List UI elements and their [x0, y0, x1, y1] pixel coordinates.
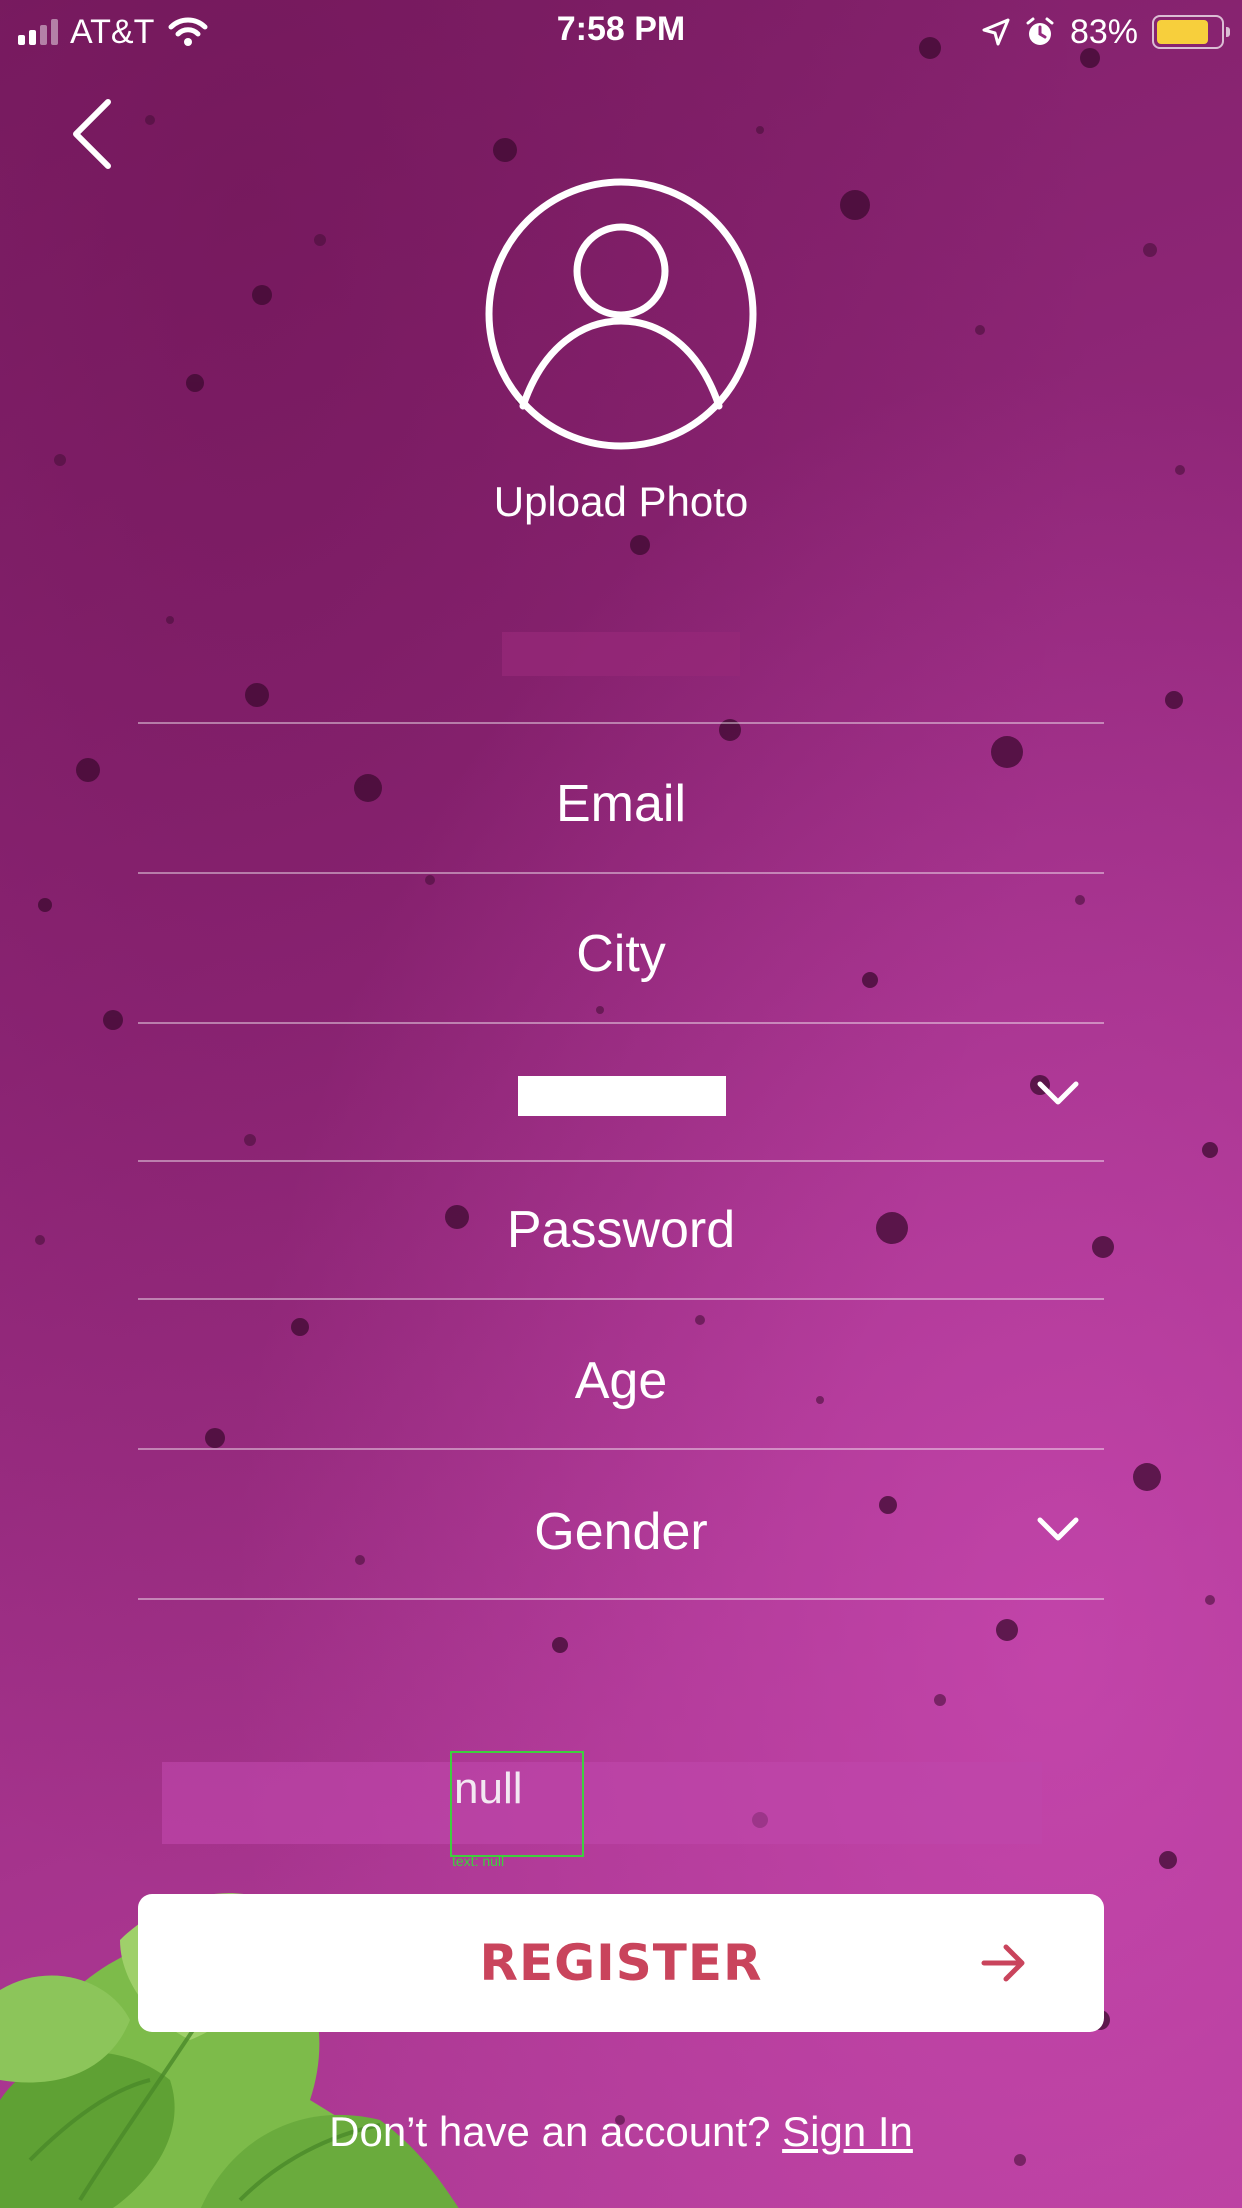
chevron-left-icon[interactable]: [62, 96, 122, 172]
null-text-bar: [162, 1762, 1042, 1844]
name-field-redacted[interactable]: [502, 632, 740, 676]
password-field[interactable]: Password: [138, 1198, 1104, 1262]
city-placeholder: City: [576, 925, 666, 983]
chevron-down-icon[interactable]: [1036, 1078, 1080, 1108]
password-placeholder: Password: [506, 1201, 736, 1259]
email-field[interactable]: Email: [138, 772, 1104, 836]
field-divider: [138, 722, 1104, 724]
chevron-down-icon[interactable]: [1036, 1514, 1080, 1544]
age-placeholder: Age: [574, 1352, 668, 1410]
field-divider: [138, 1598, 1104, 1600]
age-field[interactable]: Age: [138, 1349, 1104, 1413]
upload-photo-button[interactable]: Upload Photo: [471, 176, 771, 526]
battery-percent: 83%: [1069, 12, 1138, 51]
arrow-right-icon: [981, 1944, 1025, 1982]
signin-link[interactable]: Sign In: [782, 2108, 913, 2155]
email-placeholder: Email: [555, 775, 687, 833]
field-divider: [138, 1022, 1104, 1024]
state-dropdown[interactable]: [138, 1072, 1104, 1132]
user-circle-icon: [485, 178, 757, 450]
battery-level-fill: [1157, 20, 1209, 44]
location-icon: [982, 18, 1010, 46]
register-label: REGISTER: [479, 1934, 763, 1992]
signin-row: Don’t have an account? Sign In: [0, 2108, 1242, 2156]
debug-overlay-label: text: null: [452, 1853, 505, 1869]
upload-photo-label: Upload Photo: [493, 478, 749, 525]
alarm-icon: [1026, 17, 1054, 45]
field-divider: [138, 1298, 1104, 1300]
field-divider: [138, 1448, 1104, 1450]
signin-prompt: Don’t have an account?: [329, 2108, 771, 2155]
status-bar: AT&T 7:58 PM 83%: [0, 0, 1242, 62]
gender-placeholder: Gender: [534, 1503, 708, 1561]
field-divider: [138, 872, 1104, 874]
city-field[interactable]: City: [138, 922, 1104, 986]
gender-dropdown[interactable]: Gender: [138, 1500, 1104, 1564]
battery-icon: [1152, 15, 1230, 49]
field-divider: [138, 1160, 1104, 1162]
debug-bounding-box: [450, 1751, 584, 1857]
register-button[interactable]: REGISTER: [138, 1894, 1104, 2032]
